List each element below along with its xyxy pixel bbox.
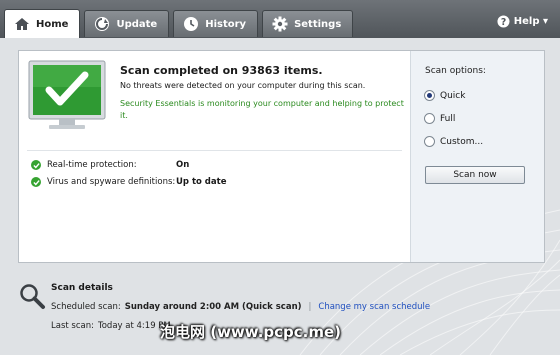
tab-home[interactable]: Home — [4, 9, 81, 38]
scan-now-button[interactable]: Scan now — [425, 166, 525, 184]
last-scan-label: Last scan: — [51, 321, 94, 331]
divider — [27, 150, 402, 151]
history-icon — [184, 17, 199, 31]
radio-icon — [424, 136, 435, 147]
tab-settings-label: Settings — [294, 18, 342, 30]
status-row-realtime: Real-time protection: On — [31, 160, 189, 170]
help-menu[interactable]: ? Help ▾ — [497, 15, 548, 28]
check-icon — [31, 160, 41, 170]
svg-text:?: ? — [501, 17, 506, 28]
tab-settings[interactable]: Settings — [262, 10, 354, 37]
protected-monitor-icon — [28, 60, 106, 129]
radio-selected-icon — [424, 90, 435, 101]
scan-option-label: Quick — [440, 90, 466, 101]
tab-history-label: History — [205, 18, 247, 30]
tab-update-label: Update — [116, 18, 158, 30]
scan-option-label: Full — [440, 113, 456, 124]
scan-details-title: Scan details — [51, 283, 113, 293]
magnifier-icon — [20, 284, 45, 309]
status-row-label: Real-time protection: — [47, 160, 137, 170]
status-row-label: Virus and spyware definitions: — [47, 177, 176, 187]
watermark: 泡电网 (www.pcpc.me) — [160, 323, 342, 341]
tab-update[interactable]: Update — [84, 10, 170, 37]
scan-option-custom[interactable]: Custom... — [424, 136, 483, 147]
status-row-definitions: Virus and spyware definitions: Up to dat… — [31, 177, 226, 187]
status-row-value: On — [176, 160, 190, 170]
tab-history[interactable]: History — [173, 10, 259, 37]
radio-icon — [424, 113, 435, 124]
scan-option-quick[interactable]: Quick — [424, 90, 465, 101]
check-icon — [31, 177, 41, 187]
home-icon — [15, 18, 29, 30]
status-row-value: Up to date — [176, 177, 227, 187]
scheduled-scan-line: Scheduled scan: Sunday around 2:00 AM (Q… — [51, 302, 430, 312]
settings-icon — [272, 16, 288, 32]
change-schedule-link[interactable]: Change my scan schedule — [318, 302, 430, 312]
scheduled-label: Scheduled scan: — [51, 302, 121, 312]
monitoring-text: Security Essentials is monitoring your c… — [120, 99, 404, 120]
scan-option-label: Custom... — [440, 136, 484, 147]
scan-option-full[interactable]: Full — [424, 113, 455, 124]
separator: | — [308, 302, 312, 312]
main-tabs: Home Update History Settings — [4, 9, 357, 38]
tab-home-label: Home — [36, 18, 69, 30]
no-threats-text: No threats were detected on your compute… — [120, 81, 366, 90]
last-scan-line: Last scan: Today at 4:19 PM — [51, 321, 171, 331]
scheduled-value: Sunday around 2:00 AM (Quick scan) — [124, 302, 302, 312]
scan-headline: Scan completed on 93863 items. — [120, 64, 323, 77]
status-panel: Scan completed on 93863 items. No threat… — [18, 50, 545, 263]
scan-options-title: Scan options: — [425, 66, 486, 76]
help-label: Help ▾ — [513, 16, 548, 27]
scan-options-panel: Scan options: Quick Full Custom... Scan … — [410, 51, 544, 262]
help-icon: ? — [497, 15, 510, 28]
update-icon — [95, 17, 110, 31]
